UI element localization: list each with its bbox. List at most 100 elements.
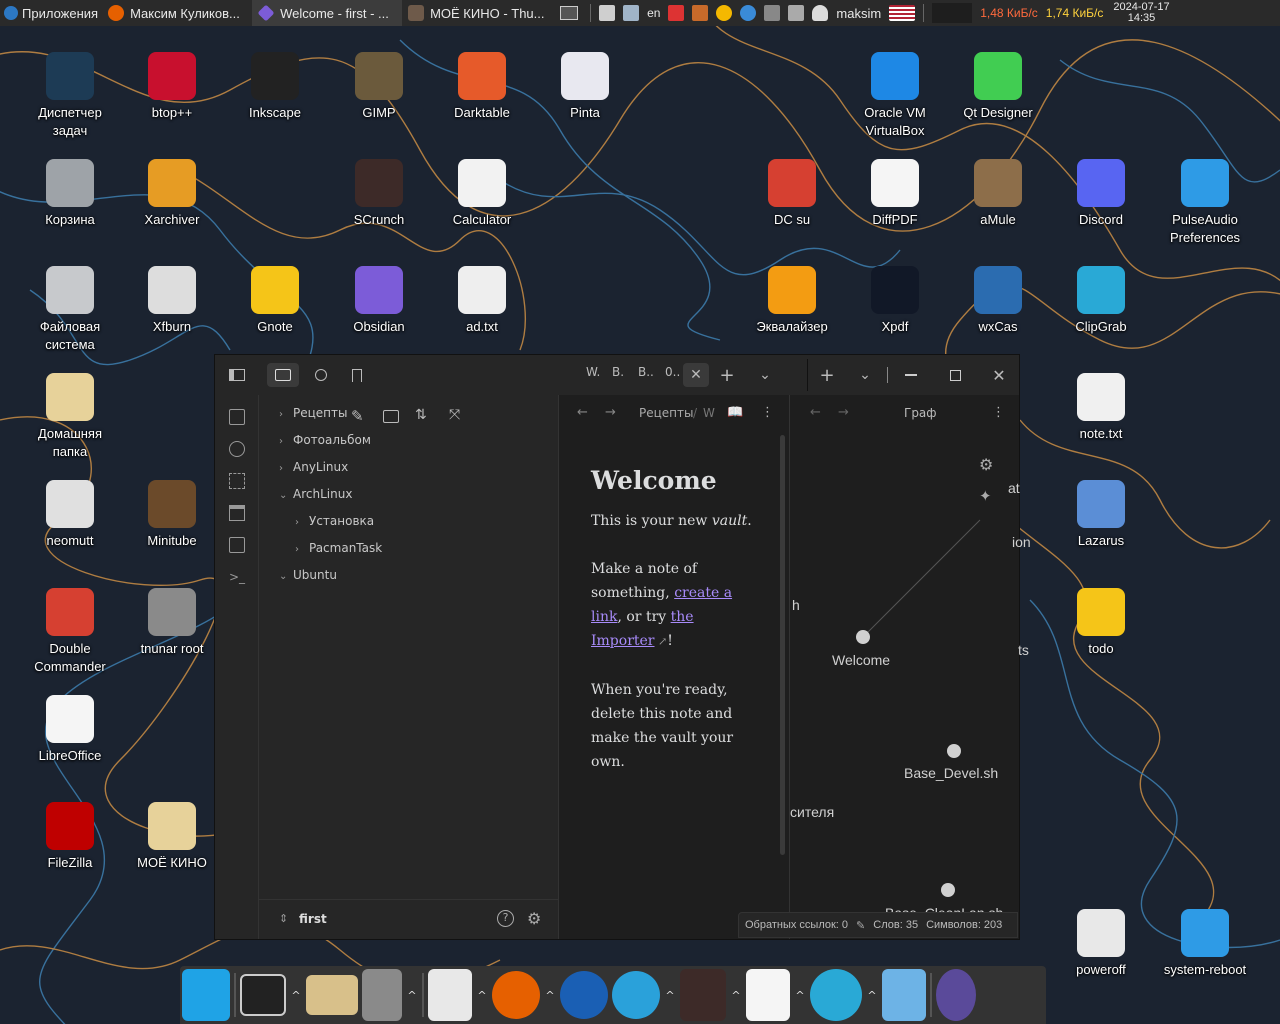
desktop-icon[interactable]: poweroff [1053, 909, 1149, 979]
tools-icon[interactable] [692, 5, 709, 21]
keyboard-icon[interactable] [623, 5, 640, 21]
magnifier-icon[interactable] [882, 969, 926, 1021]
files-tab-button[interactable] [267, 363, 299, 387]
desktop-icon[interactable]: FileZilla [22, 802, 118, 872]
user-name[interactable]: maksim [832, 0, 885, 26]
tree-item[interactable]: › PacmanTask [295, 538, 382, 558]
tree-item[interactable]: ⌄ ArchLinux [279, 484, 352, 504]
note-content[interactable]: Welcome This is your new vault. Make a n… [591, 465, 761, 798]
settings-icon[interactable]: ⚙ [527, 909, 541, 928]
desktop-icon[interactable]: Xpdf [847, 266, 943, 336]
desktop-icon[interactable]: Xfburn [124, 266, 220, 336]
us-flag-icon[interactable] [889, 5, 916, 21]
tab-welcome[interactable]: W. [586, 365, 600, 379]
templates-icon[interactable] [229, 537, 245, 553]
desktop-icon[interactable]: МОЁ КИНО [124, 802, 220, 872]
editor-scrollbar[interactable] [780, 435, 785, 855]
desktop-icon[interactable]: Discord [1053, 159, 1149, 229]
graph-view-icon[interactable] [229, 441, 245, 457]
desktop-icon[interactable]: Эквалайзер [744, 266, 840, 336]
clipgrab-icon[interactable] [810, 969, 862, 1021]
desktop-icon[interactable]: Корзина [22, 159, 118, 229]
text-editor-icon[interactable] [428, 969, 472, 1021]
chevron-up-icon[interactable]: ^ [476, 989, 488, 1002]
scrunch-icon[interactable] [680, 969, 726, 1021]
desktop-icon[interactable]: wxCas [950, 266, 1046, 336]
desktop-icon[interactable]: Calculator [434, 159, 530, 229]
backlinks-count[interactable]: Обратных ссылок: 0 [745, 919, 848, 931]
clock[interactable]: 2024-07-17 14:35 [1107, 2, 1175, 24]
new-note-icon[interactable]: ✎ [351, 407, 371, 427]
desktop-icon[interactable]: neomutt [22, 480, 118, 550]
graph-node-welcome[interactable] [856, 630, 870, 644]
reading-view-icon[interactable]: 📖 [727, 405, 743, 420]
tree-item[interactable]: › Фотоальбом [279, 430, 371, 450]
show-desktop-icon[interactable] [182, 969, 230, 1021]
help-icon[interactable]: ? [497, 910, 514, 927]
desktop-icon[interactable]: btop++ [124, 52, 220, 122]
chevron-up-icon[interactable]: ^ [406, 989, 418, 1002]
file-manager-icon[interactable] [306, 975, 358, 1015]
desktop-icon[interactable]: note.txt [1053, 373, 1149, 443]
telegram-icon[interactable] [612, 971, 660, 1019]
new-folder-icon[interactable] [383, 410, 399, 423]
calendar-icon[interactable] [668, 5, 685, 21]
terminal-icon[interactable] [240, 974, 286, 1016]
task-firefox[interactable]: Максим Куликов... [102, 0, 252, 26]
tab-other[interactable]: 0.. [665, 365, 680, 379]
tree-item[interactable]: › Рецепты [279, 403, 347, 423]
desktop-icon[interactable]: PulseAudio Preferences [1157, 159, 1253, 247]
forward-icon[interactable]: → [605, 405, 616, 420]
star-icon[interactable] [716, 5, 733, 21]
breadcrumb-note[interactable]: W [703, 406, 715, 420]
desktop-icon[interactable]: Qt Designer [950, 52, 1046, 122]
notes-icon[interactable] [599, 5, 616, 21]
desktop-icon[interactable]: Диспетчер задач [22, 52, 118, 140]
desktop-icon[interactable]: SCrunch [331, 159, 427, 229]
desktop-icon[interactable]: Pinta [537, 52, 633, 122]
desktop-icon[interactable]: LibreOffice [22, 695, 118, 765]
tab-list-button[interactable]: ⌄ [749, 363, 781, 387]
desktop-icon[interactable]: tnunar root [124, 588, 220, 658]
desktop-icon[interactable]: Gnote [227, 266, 323, 336]
minimize-button[interactable] [895, 363, 927, 387]
collapse-all-icon[interactable]: ⤧ [449, 407, 469, 427]
chevron-up-icon[interactable]: ^ [664, 989, 676, 1002]
chevron-up-icon[interactable]: ^ [866, 989, 878, 1002]
tab-base-1[interactable]: B. [612, 365, 624, 379]
desktop-icon[interactable]: ad.txt [434, 266, 530, 336]
vault-switch-icon[interactable]: ⇕ [279, 912, 288, 925]
app-finder-icon[interactable] [936, 969, 976, 1021]
desktop-icon[interactable]: todo [1053, 588, 1149, 658]
bell-icon[interactable] [812, 5, 829, 21]
graph-node-base-devel[interactable] [947, 744, 961, 758]
new-tab-button[interactable]: + [711, 363, 743, 387]
desktop-icon[interactable]: aMule [950, 159, 1046, 229]
desktop-icon[interactable]: ClipGrab [1053, 266, 1149, 336]
chevron-up-icon[interactable]: ^ [730, 989, 742, 1002]
xournal-icon[interactable] [746, 969, 790, 1021]
tree-item[interactable]: › Установка [295, 511, 374, 531]
network-icon[interactable] [740, 5, 757, 21]
desktop-icon[interactable]: DiffPDF [847, 159, 943, 229]
keyboard-layout[interactable]: en [643, 0, 664, 26]
open-quick-switcher-icon[interactable] [229, 409, 245, 425]
show-desktop-button[interactable] [552, 0, 586, 26]
more-options-icon[interactable]: ⋮ [761, 405, 774, 420]
applications-menu[interactable]: Приложения [0, 0, 102, 26]
back-icon[interactable]: ← [577, 405, 588, 420]
tab-list-right-button[interactable]: ⌄ [849, 363, 881, 387]
thunderbird-icon[interactable] [560, 971, 608, 1019]
desktop-icon[interactable]: Inkscape [227, 52, 323, 122]
desktop-icon[interactable]: Oracle VM VirtualBox [847, 52, 943, 140]
desktop-icon[interactable]: DC su [744, 159, 840, 229]
bookmarks-tab-button[interactable] [341, 363, 373, 387]
breadcrumb-folder[interactable]: Рецепты [639, 406, 693, 420]
task-thunar[interactable]: МОЁ КИНО - Thu... [402, 0, 552, 26]
chevron-up-icon[interactable]: ^ [290, 989, 302, 1002]
sort-icon[interactable]: ⇅ [415, 407, 435, 427]
tree-item[interactable]: ⌄ Ubuntu [279, 565, 337, 585]
close-window-button[interactable]: ✕ [983, 363, 1015, 387]
desktop-icon[interactable]: Файловая система [22, 266, 118, 354]
desktop-icon[interactable]: Lazarus [1053, 480, 1149, 550]
